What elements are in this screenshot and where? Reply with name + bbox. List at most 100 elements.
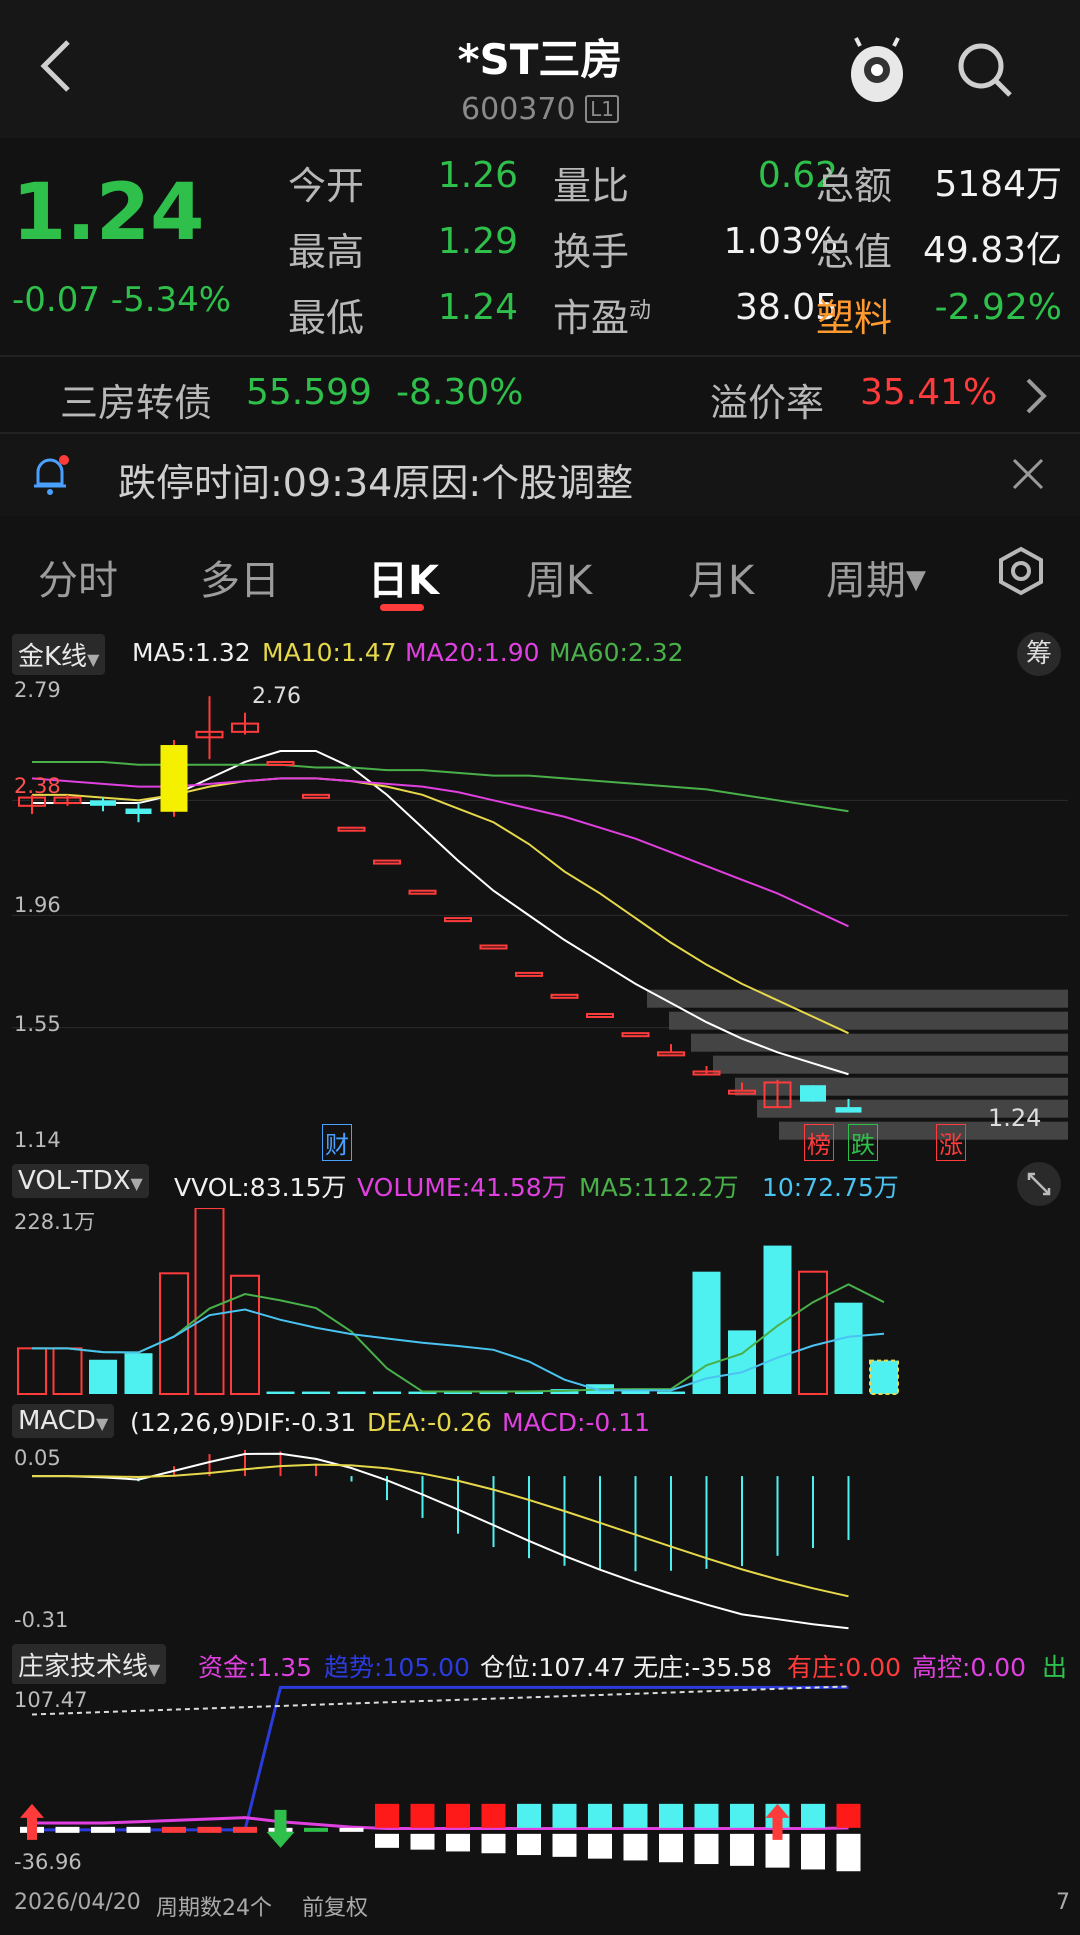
zhuang-signal-block [694, 1803, 719, 1828]
zhuang-signal-block [410, 1833, 435, 1850]
limit-up-marker[interactable]: 涨 [936, 1124, 966, 1161]
macd-selector[interactable]: MACD▼ [12, 1404, 115, 1438]
zhuang-trend-line [32, 1685, 849, 1832]
chevron-right-icon [1026, 378, 1047, 414]
dragon-tiger-marker[interactable]: 榜 [804, 1124, 834, 1161]
zhuang-signal-block [836, 1803, 861, 1828]
zhuang-signal-block [659, 1803, 683, 1828]
zhuang-signal-block [446, 1803, 470, 1828]
change-pct: -5.34% [110, 280, 232, 320]
sector-link[interactable]: 塑料 [816, 287, 892, 342]
kline-type-selector[interactable]: 金K线▼ [12, 634, 106, 675]
limit-down-notice[interactable]: 跌停时间:09:34原因:个股调整 [0, 434, 1080, 516]
tab-period-dropdown[interactable]: 周期▼ [826, 548, 926, 606]
zhuang-signal-block [91, 1826, 115, 1833]
stat-value-open: 1.26 [437, 155, 518, 196]
zhuang-signal-block [126, 1826, 151, 1833]
kline-y-label-bottom: 1.14 [14, 1128, 61, 1152]
stat-label-low: 最低 [288, 296, 365, 340]
zhuang-y-bottom: -36.96 [14, 1850, 82, 1874]
volume-indicator-selector[interactable]: VOL-TDX▼ [12, 1164, 149, 1198]
candle-body [479, 944, 508, 950]
chip-distribution-button[interactable]: 筹 [1017, 632, 1061, 676]
close-icon[interactable] [1010, 456, 1046, 492]
macd-dea: DEA:-0.26 [367, 1408, 492, 1437]
zhuang-position-line [31, 1685, 849, 1716]
premium-label: 溢价率 [710, 381, 825, 425]
kline-type-label: 金K线 [18, 642, 88, 672]
volume-bar [17, 1347, 47, 1395]
bell-icon [34, 455, 69, 495]
zhuang-signal-block [836, 1833, 861, 1872]
zhuang-cangwei: 仓位:107.47 [480, 1653, 626, 1682]
caret-down-icon: ▼ [130, 1174, 143, 1193]
tab-weekly-k[interactable]: 周K [526, 548, 592, 606]
stat-label-pe: 市盈动 [553, 287, 651, 342]
search-icon [958, 43, 1012, 97]
convertible-bond-row[interactable]: 三房转债 55.599 -8.30% 溢价率 35.41% [0, 358, 1080, 430]
kline-y-label-2: 2.38 [14, 774, 61, 798]
assistant-mascot-button[interactable] [848, 36, 906, 106]
macd-params: (12,26,9) [130, 1408, 245, 1437]
limit-down-marker[interactable]: 跌 [848, 1124, 878, 1161]
zhuang-signal-block [481, 1803, 506, 1828]
bond-price: 55.599 [246, 372, 372, 413]
zhuang-signal-block [730, 1803, 754, 1828]
zhuang-selector-label: 庄家技术线 [18, 1652, 149, 1682]
macd-chart[interactable] [12, 1450, 1068, 1640]
volume-bar [869, 1359, 899, 1395]
zhuang-signal-block [517, 1833, 541, 1856]
macd-dea-line [32, 1463, 849, 1598]
financial-report-marker[interactable]: 财 [322, 1124, 352, 1161]
caret-down-icon: ▼ [87, 650, 100, 669]
candle-body [586, 1012, 614, 1018]
search-button[interactable] [955, 40, 1015, 100]
chart-footer: 2026/04/20 周期数24个 前复权 7 [0, 1880, 1080, 1935]
footer-date: 2026/04/20 [14, 1890, 141, 1915]
zhuang-selector[interactable]: 庄家技术线▼ [12, 1644, 167, 1684]
kline-chart[interactable] [12, 688, 1068, 1158]
caret-down-icon: ▼ [148, 1660, 161, 1679]
zhuang-signal-block [730, 1833, 754, 1866]
zhuang-youzhuang: 有庄:0.00 [787, 1653, 902, 1682]
tab-monthly-k[interactable]: 月K [688, 548, 754, 606]
footer-period-count: 周期数24个 [156, 1896, 272, 1921]
zhuang-qushi: 趋势:105.00 [324, 1653, 470, 1682]
stat-label-market-cap: 总值 [816, 230, 893, 274]
price-change: -0.07 -5.34% [12, 280, 231, 320]
tab-intraday[interactable]: 分时 [38, 548, 118, 606]
zhuang-signal-block [623, 1803, 648, 1828]
zhuang-chuhuo: 出货 [1042, 1653, 1068, 1682]
zhuang-signal-block [552, 1803, 577, 1828]
quote-stats: 今开 1.26 量比 0.62 总额 5184万 最高 1.29 换手 1.03… [288, 155, 1068, 355]
volume-chart[interactable] [12, 1208, 1068, 1396]
settings-hex-icon[interactable] [996, 546, 1046, 596]
tab-multi-day[interactable]: 多日 [200, 548, 280, 606]
caret-down-icon: ▼ [906, 565, 926, 595]
bond-name: 三房转债 [60, 381, 213, 425]
zhuang-signal-block [659, 1833, 683, 1863]
candle-body [373, 859, 401, 865]
zhuang-chart[interactable] [12, 1684, 1068, 1880]
macd-value: MACD:-0.11 [502, 1408, 651, 1437]
stat-value-market-cap: 49.83亿 [922, 230, 1062, 271]
candle-body [515, 971, 543, 977]
tab-daily-k[interactable]: 日K [368, 548, 439, 606]
vvol-value: VVOL:83.15万 [174, 1173, 347, 1202]
volume-legend: VOL-TDX▼ VVOL:83.15万 VOLUME:41.58万 MA5:1… [12, 1162, 1072, 1206]
volume-bar [159, 1272, 189, 1395]
stat-label-high: 最高 [288, 230, 365, 274]
ma20-value: MA20:1.90 [405, 638, 540, 667]
change-value: -0.07 [12, 280, 100, 320]
expand-button[interactable] [1017, 1162, 1061, 1206]
stat-label-turnover-amount: 总额 [816, 164, 893, 208]
divider [0, 355, 1080, 357]
volume-bar [834, 1302, 863, 1394]
zhuang-signal-block [446, 1833, 470, 1852]
candle-body [90, 800, 116, 806]
candle-body [125, 808, 152, 815]
kline-y-label-3: 1.96 [14, 893, 61, 917]
footer-adjust[interactable]: 前复权 [302, 1890, 368, 1922]
volume-bar [337, 1391, 366, 1394]
macd-legend: MACD▼ (12,26,9) DIF:-0.31 DEA:-0.26 MACD… [12, 1404, 1072, 1444]
